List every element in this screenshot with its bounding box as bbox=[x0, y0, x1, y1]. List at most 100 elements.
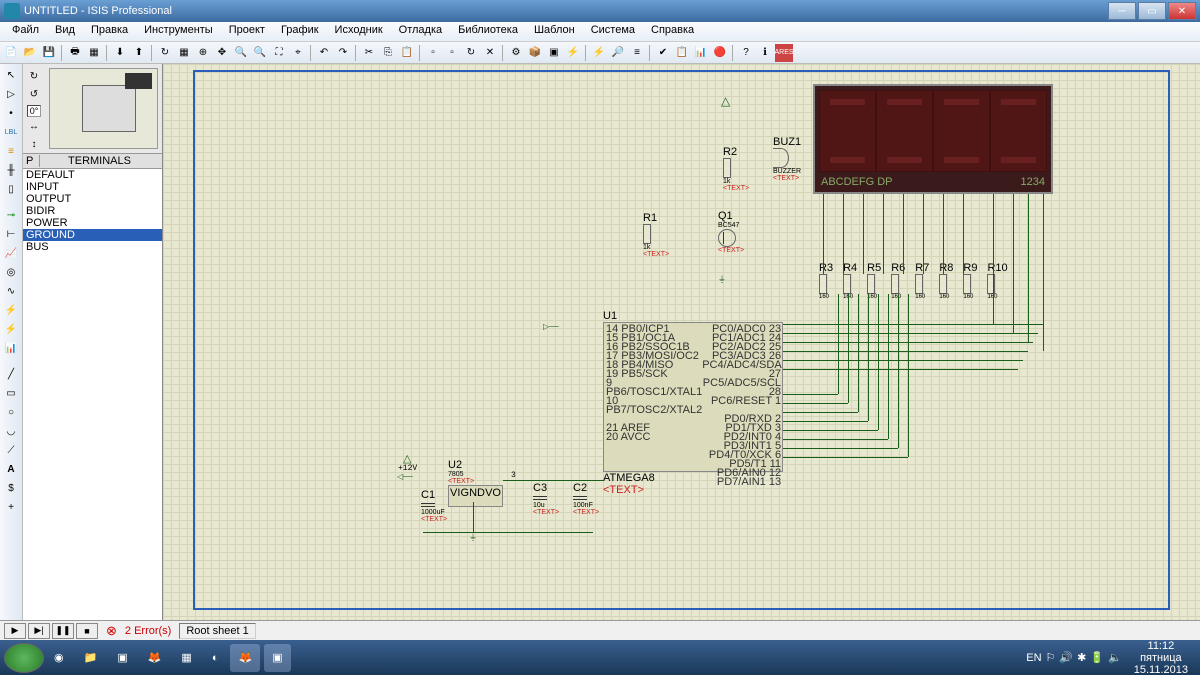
netlist-icon[interactable]: 📋 bbox=[673, 44, 691, 62]
pin-icon[interactable]: ⊢ bbox=[2, 225, 20, 243]
menu-view[interactable]: Вид bbox=[47, 22, 83, 41]
error-count[interactable]: 2 Error(s) bbox=[125, 625, 171, 637]
marker-icon[interactable]: + bbox=[2, 498, 20, 516]
component-c3[interactable]: C3 10u <TEXT> bbox=[533, 482, 559, 516]
play-button[interactable]: ▶ bbox=[4, 623, 26, 639]
component-r1[interactable]: R1 1k <TEXT> bbox=[643, 212, 669, 258]
junction-icon[interactable]: • bbox=[2, 104, 20, 122]
palette-list[interactable]: DEFAULT INPUT OUTPUT BIDIR POWER GROUND … bbox=[23, 169, 162, 620]
probe-i-icon[interactable]: ⚡ bbox=[2, 320, 20, 338]
print-icon[interactable]: 🖶 bbox=[66, 44, 84, 62]
component-q1[interactable]: Q1 BC547 <TEXT> bbox=[718, 210, 744, 254]
component-u1[interactable]: U1 14 PB0/ICP115 PB1/OC1A 16 PB2/SSOC1B1… bbox=[603, 310, 783, 496]
menu-help[interactable]: Справка bbox=[643, 22, 702, 41]
save-icon[interactable]: 💾 bbox=[40, 44, 58, 62]
minimize-button[interactable]: ─ bbox=[1108, 2, 1136, 20]
schematic-canvas[interactable]: U1 14 PB0/ICP115 PB1/OC1A 16 PB2/SSOC1B1… bbox=[163, 64, 1200, 620]
task-item-firefox[interactable]: 🦊 bbox=[230, 644, 260, 672]
arc-icon[interactable]: ◡ bbox=[2, 422, 20, 440]
rotate-cw-icon[interactable]: ↻ bbox=[25, 68, 43, 84]
task-item[interactable]: 🦊 bbox=[140, 644, 170, 672]
list-item[interactable]: OUTPUT bbox=[23, 193, 162, 205]
zoomarea-icon[interactable]: ⌖ bbox=[289, 44, 307, 62]
task-item[interactable]: 📁 bbox=[76, 644, 106, 672]
menu-library[interactable]: Библиотека bbox=[450, 22, 526, 41]
seven-segment-display[interactable]: ABCDEFG DP 1234 bbox=[813, 84, 1053, 194]
property-icon[interactable]: ≡ bbox=[628, 44, 646, 62]
mirror-h-icon[interactable]: ↔ bbox=[25, 119, 43, 135]
import-icon[interactable]: ⬇ bbox=[111, 44, 129, 62]
tray-icon[interactable]: 🔋 bbox=[1090, 651, 1104, 664]
menu-file[interactable]: Файл bbox=[4, 22, 47, 41]
menu-debug[interactable]: Отладка bbox=[391, 22, 450, 41]
ares-icon[interactable]: 🔴 bbox=[711, 44, 729, 62]
tray-icon[interactable]: 🔈 bbox=[1108, 651, 1122, 664]
tray-icon[interactable]: 🔊 bbox=[1059, 651, 1073, 664]
bom-icon[interactable]: 📊 bbox=[692, 44, 710, 62]
graph-icon[interactable]: 📈 bbox=[2, 244, 20, 262]
area-icon[interactable]: ▦ bbox=[85, 44, 103, 62]
box-icon[interactable]: ▭ bbox=[2, 384, 20, 402]
label-icon[interactable]: LBL bbox=[2, 123, 20, 141]
task-item[interactable]: ▦ bbox=[173, 644, 199, 672]
make-icon[interactable]: 📦 bbox=[526, 44, 544, 62]
redo-icon[interactable]: ↷ bbox=[334, 44, 352, 62]
clock[interactable]: 11:12 пятница 15.11.2013 bbox=[1126, 640, 1196, 676]
list-item[interactable]: DEFAULT bbox=[23, 169, 162, 181]
selection-icon[interactable]: ↖ bbox=[2, 66, 20, 84]
text2d-icon[interactable]: A bbox=[2, 460, 20, 478]
task-item-isis[interactable]: ▣ bbox=[264, 644, 290, 672]
component-u2[interactable]: U2 7805 <TEXT> VIGNDVO bbox=[448, 459, 503, 507]
decompose-icon[interactable]: ⚡ bbox=[564, 44, 582, 62]
tray-icon[interactable]: ✱ bbox=[1077, 651, 1086, 664]
path-icon[interactable]: ⟋ bbox=[2, 441, 20, 459]
menu-source[interactable]: Исходник bbox=[327, 22, 391, 41]
pause-button[interactable]: ❚❚ bbox=[52, 623, 74, 639]
menu-graph[interactable]: График bbox=[273, 22, 327, 41]
refresh-icon[interactable]: ↻ bbox=[156, 44, 174, 62]
paste-icon[interactable]: 📋 bbox=[398, 44, 416, 62]
zoomout-icon[interactable]: 🔍 bbox=[251, 44, 269, 62]
list-item[interactable]: POWER bbox=[23, 217, 162, 229]
stop-button[interactable]: ■ bbox=[76, 623, 98, 639]
menu-edit[interactable]: Правка bbox=[83, 22, 136, 41]
instrument-icon[interactable]: 📊 bbox=[2, 339, 20, 357]
text-icon[interactable]: ≡ bbox=[2, 142, 20, 160]
tray-icon[interactable]: ⚐ bbox=[1046, 651, 1056, 664]
copy-icon[interactable]: ⎘ bbox=[379, 44, 397, 62]
maximize-button[interactable]: ▭ bbox=[1138, 2, 1166, 20]
erc-icon[interactable]: ✔ bbox=[654, 44, 672, 62]
open-icon[interactable]: 📂 bbox=[21, 44, 39, 62]
block-copy-icon[interactable]: ▫ bbox=[424, 44, 442, 62]
undo-icon[interactable]: ↶ bbox=[315, 44, 333, 62]
menu-system[interactable]: Система bbox=[583, 22, 643, 41]
list-item[interactable]: BUS bbox=[23, 241, 162, 253]
list-item[interactable]: INPUT bbox=[23, 181, 162, 193]
task-item[interactable]: ◉ bbox=[46, 644, 72, 672]
component-r2[interactable]: R2 1k <TEXT> bbox=[723, 146, 749, 192]
package-icon[interactable]: ▣ bbox=[545, 44, 563, 62]
list-item[interactable]: GROUND bbox=[23, 229, 162, 241]
generator-icon[interactable]: ∿ bbox=[2, 282, 20, 300]
wire-autoroute-icon[interactable]: ⚡ bbox=[590, 44, 608, 62]
bus-icon[interactable]: ╫ bbox=[2, 161, 20, 179]
menu-tools[interactable]: Инструменты bbox=[136, 22, 221, 41]
component-c2[interactable]: C2 100nF <TEXT> bbox=[573, 482, 599, 516]
menu-project[interactable]: Проект bbox=[221, 22, 273, 41]
rotation-angle[interactable]: 0° bbox=[27, 105, 42, 117]
zoomall-icon[interactable]: ⛶ bbox=[270, 44, 288, 62]
help-icon[interactable]: ? bbox=[737, 44, 755, 62]
lang-indicator[interactable]: EN bbox=[1026, 652, 1041, 664]
block-delete-icon[interactable]: ✕ bbox=[481, 44, 499, 62]
task-item[interactable]: ◐ bbox=[204, 644, 227, 672]
component-icon[interactable]: ▷ bbox=[2, 85, 20, 103]
circle-icon[interactable]: ○ bbox=[2, 403, 20, 421]
search-icon[interactable]: 🔎 bbox=[609, 44, 627, 62]
export-icon[interactable]: ⬆ bbox=[130, 44, 148, 62]
about-icon[interactable]: ℹ bbox=[756, 44, 774, 62]
menu-template[interactable]: Шаблон bbox=[526, 22, 583, 41]
pick-button[interactable]: P bbox=[26, 155, 40, 167]
tape-icon[interactable]: ◎ bbox=[2, 263, 20, 281]
task-item[interactable]: ▣ bbox=[109, 644, 135, 672]
step-button[interactable]: ▶| bbox=[28, 623, 50, 639]
